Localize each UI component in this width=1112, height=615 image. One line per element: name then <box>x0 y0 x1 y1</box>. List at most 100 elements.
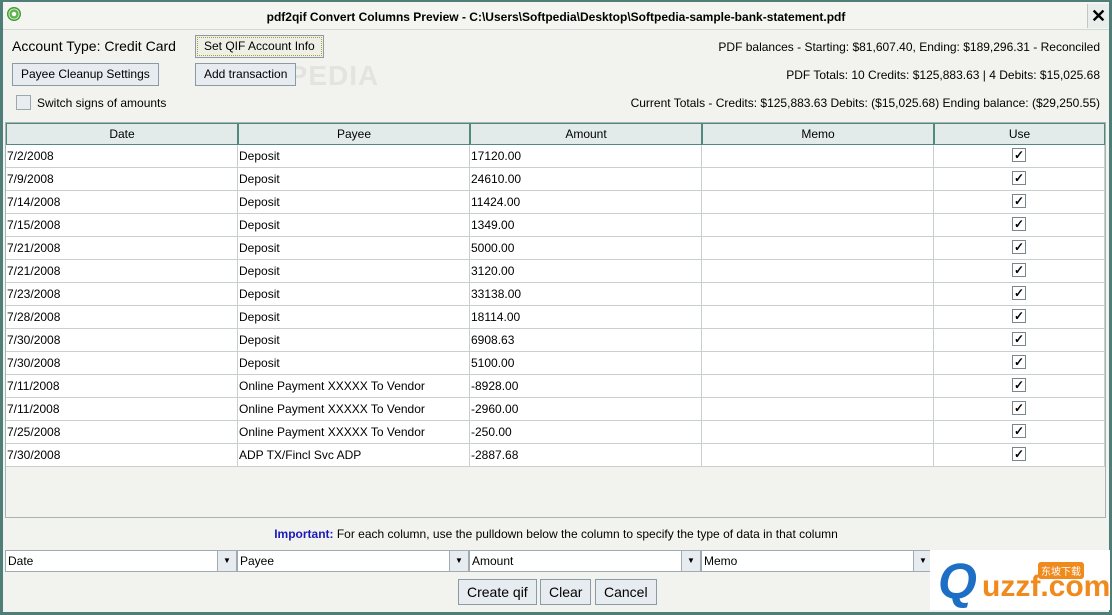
column-type-select-date[interactable]: Date ▼ <box>5 550 237 572</box>
memo-cell[interactable] <box>702 283 934 306</box>
use-checkbox[interactable]: ✓ <box>1012 148 1026 162</box>
use-checkbox[interactable]: ✓ <box>1012 240 1026 254</box>
use-checkbox[interactable]: ✓ <box>1012 332 1026 346</box>
memo-cell[interactable] <box>702 237 934 260</box>
amount-cell[interactable]: 6908.63 <box>470 329 702 352</box>
use-checkbox[interactable]: ✓ <box>1012 378 1026 392</box>
date-cell[interactable]: 7/15/2008 <box>6 214 238 237</box>
use-checkbox[interactable]: ✓ <box>1012 217 1026 231</box>
payee-cell[interactable]: Deposit <box>238 306 470 329</box>
date-cell[interactable]: 7/2/2008 <box>6 145 238 168</box>
memo-cell[interactable] <box>702 352 934 375</box>
table-row[interactable]: 7/25/2008 Online Payment XXXXX To Vendor -… <box>6 421 1105 444</box>
date-cell[interactable]: 7/30/2008 <box>6 444 238 467</box>
table-row[interactable]: 7/28/2008 Deposit 18114.00 ✓ <box>6 306 1105 329</box>
memo-cell[interactable] <box>702 306 934 329</box>
amount-cell[interactable]: 5100.00 <box>470 352 702 375</box>
amount-cell[interactable]: 1349.00 <box>470 214 702 237</box>
payee-cell[interactable]: Online Payment XXXXX To Vendor <box>238 398 470 421</box>
amount-cell[interactable]: 24610.00 <box>470 168 702 191</box>
use-checkbox[interactable]: ✓ <box>1012 447 1026 461</box>
table-row[interactable]: 7/11/2008 Online Payment XXXXX To Vendor -… <box>6 398 1105 421</box>
cancel-button[interactable]: Cancel <box>595 579 657 605</box>
amount-cell[interactable]: 18114.00 <box>470 306 702 329</box>
table-row[interactable]: 7/30/2008 Deposit 6908.63 ✓ <box>6 329 1105 352</box>
column-header-use[interactable]: Use <box>934 123 1105 145</box>
date-cell[interactable]: 7/25/2008 <box>6 421 238 444</box>
use-checkbox[interactable]: ✓ <box>1012 194 1026 208</box>
amount-cell[interactable]: 17120.00 <box>470 145 702 168</box>
use-checkbox[interactable]: ✓ <box>1012 286 1026 300</box>
memo-cell[interactable] <box>702 168 934 191</box>
payee-cleanup-settings-button[interactable]: Payee Cleanup Settings <box>12 63 159 86</box>
date-cell[interactable]: 7/11/2008 <box>6 398 238 421</box>
memo-cell[interactable] <box>702 444 934 467</box>
date-cell[interactable]: 7/23/2008 <box>6 283 238 306</box>
table-row[interactable]: 7/30/2008 Deposit 5100.00 ✓ <box>6 352 1105 375</box>
table-row[interactable]: 7/15/2008 Deposit 1349.00 ✓ <box>6 214 1105 237</box>
table-row[interactable]: 7/21/2008 Deposit 3120.00 ✓ <box>6 260 1105 283</box>
use-checkbox[interactable]: ✓ <box>1012 263 1026 277</box>
dropdown-arrow-icon[interactable]: ▼ <box>681 551 700 571</box>
table-row[interactable]: 7/21/2008 Deposit 5000.00 ✓ <box>6 237 1105 260</box>
payee-cell[interactable]: Deposit <box>238 168 470 191</box>
amount-cell[interactable]: -2887.68 <box>470 444 702 467</box>
column-header-date[interactable]: Date <box>6 123 238 145</box>
amount-cell[interactable]: 3120.00 <box>470 260 702 283</box>
amount-cell[interactable]: -250.00 <box>470 421 702 444</box>
set-qif-account-info-button[interactable]: Set QIF Account Info <box>195 35 324 58</box>
date-cell[interactable]: 7/30/2008 <box>6 329 238 352</box>
table-row[interactable]: 7/30/2008 ADP TX/Fincl Svc ADP -2887.68 ✓ <box>6 444 1105 467</box>
amount-cell[interactable]: 33138.00 <box>470 283 702 306</box>
use-checkbox[interactable]: ✓ <box>1012 309 1026 323</box>
table-row[interactable]: 7/11/2008 Online Payment XXXXX To Vendor -… <box>6 375 1105 398</box>
memo-cell[interactable] <box>702 260 934 283</box>
memo-cell[interactable] <box>702 375 934 398</box>
close-button[interactable]: ✕ <box>1087 4 1109 28</box>
use-checkbox[interactable]: ✓ <box>1012 424 1026 438</box>
date-cell[interactable]: 7/14/2008 <box>6 191 238 214</box>
amount-cell[interactable]: 11424.00 <box>470 191 702 214</box>
date-cell[interactable]: 7/30/2008 <box>6 352 238 375</box>
add-transaction-button[interactable]: Add transaction <box>195 63 297 86</box>
column-type-select-payee[interactable]: Payee ▼ <box>237 550 469 572</box>
amount-cell[interactable]: -8928.00 <box>470 375 702 398</box>
memo-cell[interactable] <box>702 329 934 352</box>
column-header-payee[interactable]: Payee <box>238 123 470 145</box>
use-checkbox[interactable]: ✓ <box>1012 401 1026 415</box>
column-type-select-memo[interactable]: Memo ▼ <box>701 550 933 572</box>
dropdown-arrow-icon[interactable]: ▼ <box>449 551 468 571</box>
memo-cell[interactable] <box>702 145 934 168</box>
payee-cell[interactable]: Deposit <box>238 145 470 168</box>
date-cell[interactable]: 7/28/2008 <box>6 306 238 329</box>
payee-cell[interactable]: Deposit <box>238 260 470 283</box>
table-row[interactable]: 7/9/2008 Deposit 24610.00 ✓ <box>6 168 1105 191</box>
dropdown-arrow-icon[interactable]: ▼ <box>217 551 236 571</box>
create-qif-button[interactable]: Create qif <box>458 579 537 605</box>
payee-cell[interactable]: Online Payment XXXXX To Vendor <box>238 375 470 398</box>
amount-cell[interactable]: -2960.00 <box>470 398 702 421</box>
column-header-memo[interactable]: Memo <box>702 123 934 145</box>
memo-cell[interactable] <box>702 421 934 444</box>
payee-cell[interactable]: Deposit <box>238 283 470 306</box>
memo-cell[interactable] <box>702 398 934 421</box>
payee-cell[interactable]: Deposit <box>238 352 470 375</box>
memo-cell[interactable] <box>702 191 934 214</box>
table-row[interactable]: 7/14/2008 Deposit 11424.00 ✓ <box>6 191 1105 214</box>
table-row[interactable]: 7/23/2008 Deposit 33138.00 ✓ <box>6 283 1105 306</box>
date-cell[interactable]: 7/11/2008 <box>6 375 238 398</box>
column-header-amount[interactable]: Amount <box>470 123 702 145</box>
column-type-select-amount[interactable]: Amount ▼ <box>469 550 701 572</box>
payee-cell[interactable]: Online Payment XXXXX To Vendor <box>238 421 470 444</box>
table-row[interactable]: 7/2/2008 Deposit 17120.00 ✓ <box>6 145 1105 168</box>
payee-cell[interactable]: Deposit <box>238 237 470 260</box>
payee-cell[interactable]: Deposit <box>238 214 470 237</box>
payee-cell[interactable]: Deposit <box>238 191 470 214</box>
amount-cell[interactable]: 5000.00 <box>470 237 702 260</box>
date-cell[interactable]: 7/21/2008 <box>6 260 238 283</box>
date-cell[interactable]: 7/21/2008 <box>6 237 238 260</box>
use-checkbox[interactable]: ✓ <box>1012 171 1026 185</box>
clear-button[interactable]: Clear <box>540 579 592 605</box>
payee-cell[interactable]: Deposit <box>238 329 470 352</box>
switch-signs-checkbox[interactable] <box>16 95 31 110</box>
